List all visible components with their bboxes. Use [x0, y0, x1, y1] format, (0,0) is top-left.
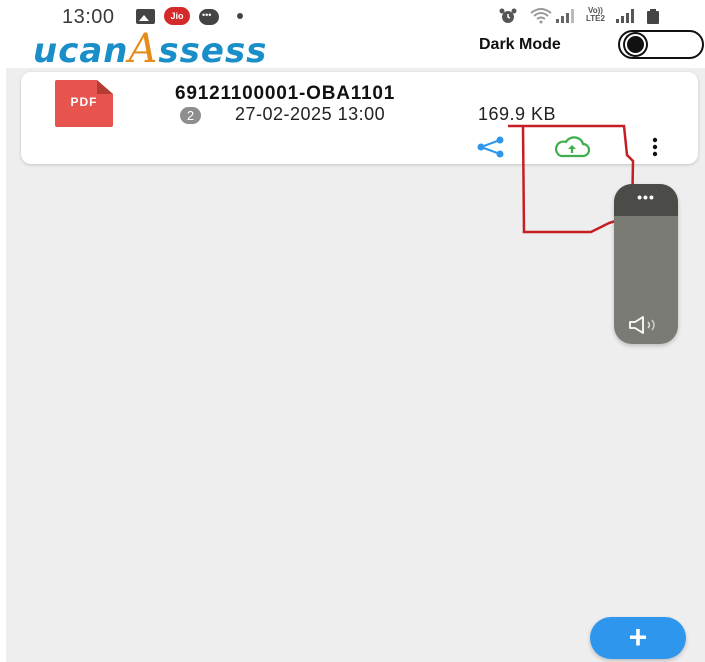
- signal-icon: [556, 9, 574, 23]
- jio-icon: Jio: [164, 7, 190, 25]
- dark-mode-label: Dark Mode: [479, 36, 561, 53]
- share-icon[interactable]: [474, 136, 508, 158]
- speaker-icon[interactable]: [627, 316, 663, 334]
- add-file-button[interactable]: +: [590, 617, 686, 659]
- alarm-icon: [499, 8, 517, 23]
- volte-label-bottom: LTE2: [586, 14, 605, 23]
- version-badge: 2: [180, 107, 201, 124]
- file-list-area: PDF 69121100001-OBA1101 2 27-02-2025 13:…: [6, 68, 705, 662]
- file-name: 69121100001-OBA1101: [175, 83, 396, 104]
- volume-menu-dots: •••: [637, 189, 655, 205]
- signal-icon: [616, 9, 634, 23]
- volume-panel-header[interactable]: •••: [614, 184, 678, 216]
- file-size: 169.9 KB: [478, 104, 557, 124]
- dark-mode-toggle-knob: [625, 34, 646, 55]
- wifi-icon: [530, 8, 552, 24]
- logo-ssess: ssess: [158, 31, 268, 71]
- chat-icon: [199, 9, 219, 25]
- gallery-icon: [136, 9, 155, 24]
- logo-ucan: ucan: [33, 31, 129, 71]
- pdf-icon-label: PDF: [70, 95, 98, 109]
- more-vert-icon[interactable]: [648, 136, 662, 158]
- pdf-icon-fold: [97, 80, 113, 94]
- volte-indicator: Vo)) LTE2: [586, 7, 605, 23]
- dark-mode-toggle[interactable]: [618, 30, 704, 59]
- file-date: 27-02-2025 13:00: [235, 104, 386, 124]
- battery-icon: [647, 9, 659, 24]
- notification-dot-icon: [237, 13, 243, 19]
- volume-panel[interactable]: •••: [614, 184, 678, 344]
- logo-a: A: [128, 26, 159, 72]
- app-logo: ucanAssess: [33, 26, 267, 72]
- pdf-file-icon: PDF: [55, 80, 113, 127]
